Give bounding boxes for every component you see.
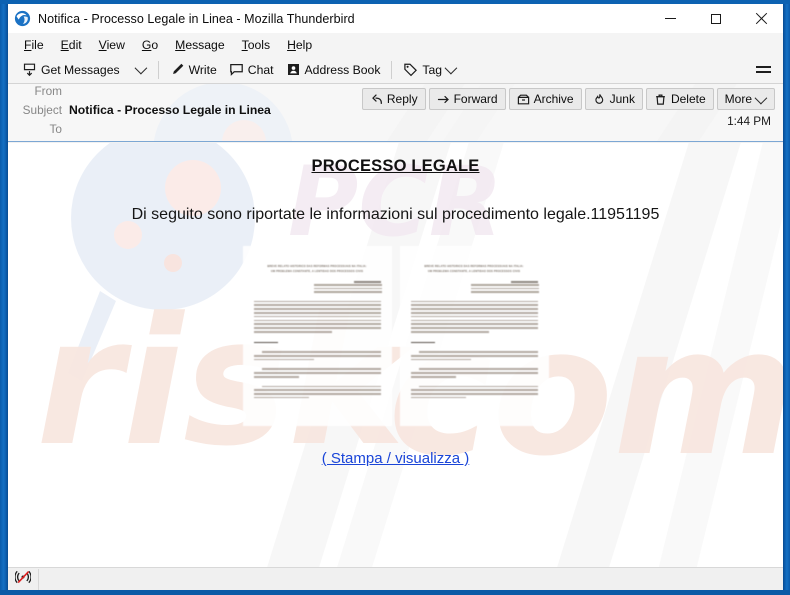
get-messages-button[interactable]: Get Messages bbox=[16, 59, 126, 81]
preview-paragraph-block bbox=[253, 300, 381, 333]
archive-box-icon bbox=[517, 93, 530, 106]
archive-label: Archive bbox=[533, 92, 574, 106]
preview-paragraph-block bbox=[253, 351, 381, 361]
window-controls bbox=[648, 4, 783, 33]
header-divider bbox=[8, 141, 783, 142]
delete-button[interactable]: Delete bbox=[645, 88, 714, 110]
speech-bubble-icon bbox=[229, 62, 244, 77]
preview-paragraph-block bbox=[253, 368, 381, 378]
menu-view[interactable]: View bbox=[91, 35, 134, 55]
preview-section-heading bbox=[253, 341, 278, 344]
write-label: Write bbox=[188, 62, 217, 77]
preview-author-block bbox=[313, 281, 382, 293]
document-preview-group: BREVE RELATO HISTORICO DAS REFORMAS PROC… bbox=[8, 246, 783, 426]
chat-button[interactable]: Chat bbox=[223, 59, 280, 81]
tag-icon bbox=[403, 62, 418, 77]
menu-bar: File Edit View Go Message Tools Help bbox=[8, 33, 783, 56]
preview-paragraph-block bbox=[253, 385, 381, 399]
chat-label: Chat bbox=[247, 62, 274, 77]
toolbar-separator bbox=[157, 60, 159, 79]
trash-icon bbox=[654, 93, 667, 106]
print-view-link[interactable]: ( Stampa / visualizza ) bbox=[322, 450, 470, 467]
menu-tools[interactable]: Tools bbox=[234, 35, 279, 55]
hamburger-menu-icon-line bbox=[755, 71, 771, 73]
message-timestamp: 1:44 PM bbox=[727, 114, 771, 128]
tag-label: Tag bbox=[422, 62, 443, 77]
toolbar-separator-2 bbox=[391, 60, 393, 79]
to-label: To bbox=[49, 122, 62, 136]
menu-edit[interactable]: Edit bbox=[53, 35, 91, 55]
preview-paragraph-block bbox=[410, 385, 538, 399]
main-toolbar: Get Messages Write Chat Address Book Tag bbox=[8, 56, 783, 84]
preview-section-heading bbox=[410, 341, 435, 344]
window-frame-bottom bbox=[0, 590, 790, 595]
forward-arrow-icon bbox=[437, 93, 450, 106]
thunderbird-window: Notifica - Processo Legale in Linea - Mo… bbox=[0, 0, 790, 595]
window-frame-right bbox=[783, 0, 790, 595]
flame-icon bbox=[593, 93, 606, 106]
hamburger-menu-icon-line bbox=[755, 66, 771, 68]
menu-file[interactable]: File bbox=[16, 35, 53, 55]
reply-label: Reply bbox=[386, 92, 418, 106]
reply-button[interactable]: Reply bbox=[361, 88, 426, 110]
menu-go[interactable]: Go bbox=[134, 35, 167, 55]
minimize-button[interactable] bbox=[648, 4, 693, 33]
message-header-pane: From Subject Notifica - Processo Legale … bbox=[8, 84, 783, 142]
get-messages-dropdown[interactable] bbox=[126, 59, 153, 81]
from-label: From bbox=[34, 84, 62, 98]
email-paragraph: Di seguito sono riportate le informazion… bbox=[131, 206, 660, 223]
email-content: PROCESSO LEGALE Di seguito sono riportat… bbox=[8, 157, 783, 468]
menu-message[interactable]: Message bbox=[167, 35, 233, 55]
forward-button[interactable]: Forward bbox=[428, 88, 506, 110]
offline-indicator-icon bbox=[14, 570, 32, 589]
chevron-down-icon bbox=[754, 91, 768, 104]
window-frame-top bbox=[0, 0, 790, 4]
offline-status-cell[interactable] bbox=[8, 568, 39, 590]
preview-paragraph-block bbox=[410, 368, 538, 378]
subject-value: Notifica - Processo Legale in Linea bbox=[69, 103, 271, 117]
minimize-icon bbox=[665, 18, 676, 19]
chevron-down-icon bbox=[134, 61, 147, 75]
preview-paragraph-block bbox=[410, 300, 538, 333]
junk-button[interactable]: Junk bbox=[584, 88, 643, 110]
email-heading: PROCESSO LEGALE bbox=[311, 157, 480, 175]
subject-label: Subject bbox=[22, 103, 62, 117]
preview-paragraph-block bbox=[410, 351, 538, 361]
preview-title-text: BREVE RELATO HISTORICO DAS REFORMAS PROC… bbox=[424, 265, 524, 273]
address-book-label: Address Book bbox=[304, 62, 381, 77]
status-bar bbox=[8, 567, 783, 590]
message-body-pane: risk com PCR PROCESSO LEGALE Di seguito … bbox=[8, 143, 783, 567]
more-button[interactable]: More bbox=[716, 88, 775, 110]
address-book-button[interactable]: Address Book bbox=[280, 59, 387, 81]
document-preview-1[interactable]: BREVE RELATO HISTORICO DAS REFORMAS PROC… bbox=[242, 246, 392, 426]
preview-title-text: BREVE RELATO HISTORICO DAS REFORMAS PROC… bbox=[267, 265, 367, 273]
contact-card-icon bbox=[286, 62, 301, 77]
menu-help[interactable]: Help bbox=[279, 35, 321, 55]
tag-button[interactable]: Tag bbox=[397, 59, 463, 81]
get-messages-label: Get Messages bbox=[41, 62, 120, 77]
preview-author-block bbox=[470, 281, 539, 293]
window-title: Notifica - Processo Legale in Linea - Mo… bbox=[38, 11, 355, 26]
close-icon bbox=[755, 13, 767, 25]
archive-button[interactable]: Archive bbox=[508, 88, 582, 110]
inbox-download-icon bbox=[22, 62, 37, 77]
document-preview-2[interactable]: BREVE RELATO HISTORICO DAS REFORMAS PROC… bbox=[399, 246, 549, 426]
thunderbird-icon bbox=[14, 10, 31, 27]
forward-label: Forward bbox=[453, 92, 498, 106]
write-button[interactable]: Write bbox=[164, 59, 223, 81]
window-frame-left bbox=[0, 0, 8, 595]
chevron-down-icon bbox=[444, 61, 458, 75]
title-bar[interactable]: Notifica - Processo Legale in Linea - Mo… bbox=[8, 4, 783, 33]
header-row-to: To bbox=[8, 122, 478, 141]
delete-label: Delete bbox=[670, 92, 706, 106]
close-button[interactable] bbox=[738, 4, 783, 33]
maximize-button[interactable] bbox=[693, 4, 738, 33]
junk-label: Junk bbox=[609, 92, 635, 106]
message-action-buttons: Reply Forward Archive Junk Delete More bbox=[359, 88, 775, 110]
reply-arrow-icon bbox=[370, 93, 383, 106]
maximize-icon bbox=[710, 13, 721, 24]
app-menu-button[interactable] bbox=[749, 59, 777, 81]
pencil-icon bbox=[170, 62, 185, 77]
more-label: More bbox=[724, 92, 752, 106]
